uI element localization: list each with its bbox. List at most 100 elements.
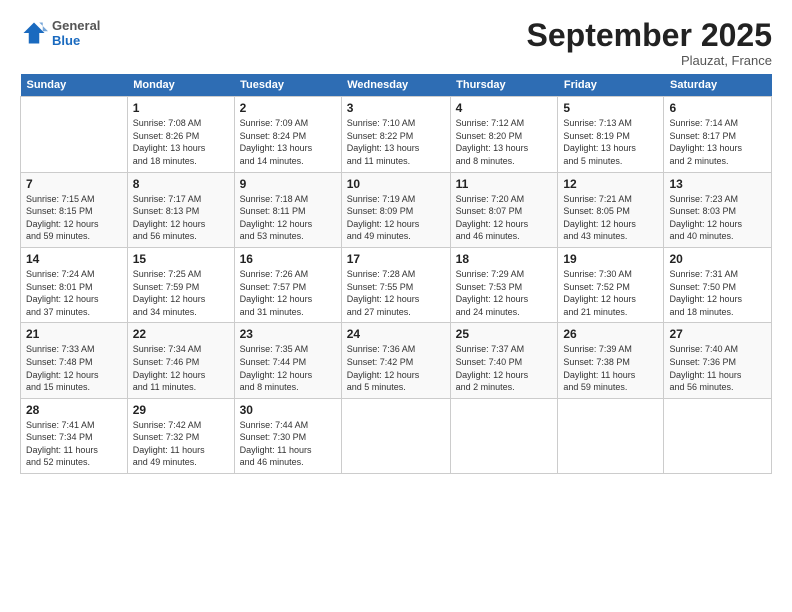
table-row: 7Sunrise: 7:15 AMSunset: 8:15 PMDaylight… — [21, 172, 128, 247]
logo-general: General — [52, 18, 100, 33]
cell-date: 4 — [456, 101, 553, 115]
logo-blue: Blue — [52, 33, 80, 48]
cell-info: Sunrise: 7:09 AMSunset: 8:24 PMDaylight:… — [240, 117, 336, 167]
table-row: 22 Sunrise: 7:34 AMSunset: 7:46 PMDayligh… — [127, 323, 234, 398]
col-wednesday: Wednesday — [341, 74, 450, 97]
cell-date: 5 — [563, 101, 658, 115]
cell-info: Sunrise: 7:25 AMSunset: 7:59 PMDaylight:… — [133, 268, 229, 318]
table-row: 27 Sunrise: 7:40 AMSunset: 7:36 PMDayligh… — [664, 323, 772, 398]
cell-info: Sunrise: 7:33 AMSunset: 7:48 PMDaylight:… — [26, 343, 122, 393]
table-row: 26 Sunrise: 7:39 AMSunset: 7:38 PMDayligh… — [558, 323, 664, 398]
table-row — [664, 398, 772, 473]
table-row: 9Sunrise: 7:18 AMSunset: 8:11 PMDaylight… — [234, 172, 341, 247]
table-row: 23 Sunrise: 7:35 AMSunset: 7:44 PMDayligh… — [234, 323, 341, 398]
table-row: 29 Sunrise: 7:42 AMSunset: 7:32 PMDayligh… — [127, 398, 234, 473]
cell-date: 26 — [563, 327, 658, 341]
cell-date: 27 — [669, 327, 766, 341]
cell-info: Sunrise: 7:40 AMSunset: 7:36 PMDaylight:… — [669, 343, 766, 393]
cell-info: Sunrise: 7:35 AMSunset: 7:44 PMDaylight:… — [240, 343, 336, 393]
calendar-week-5: 28 Sunrise: 7:41 AMSunset: 7:34 PMDayligh… — [21, 398, 772, 473]
cell-date: 1 — [133, 101, 229, 115]
cell-info: Sunrise: 7:14 AMSunset: 8:17 PMDaylight:… — [669, 117, 766, 167]
table-row — [21, 97, 128, 172]
table-row: 25Sunrise: 7:37 AMSunset: 7:40 PMDayligh… — [450, 323, 558, 398]
cell-info: Sunrise: 7:39 AMSunset: 7:38 PMDaylight:… — [563, 343, 658, 393]
logo: General Blue — [20, 18, 100, 48]
cell-date: 11 — [456, 177, 553, 191]
calendar-page: General Blue September 2025 Plauzat, Fra… — [0, 0, 792, 612]
logo-icon — [20, 19, 48, 47]
calendar-week-1: 1 Sunrise: 7:08 AMSunset: 8:26 PMDaylight… — [21, 97, 772, 172]
cell-info: Sunrise: 7:41 AMSunset: 7:34 PMDaylight:… — [26, 419, 122, 469]
table-row: 8 Sunrise: 7:17 AMSunset: 8:13 PMDaylight… — [127, 172, 234, 247]
cell-info: Sunrise: 7:31 AMSunset: 7:50 PMDaylight:… — [669, 268, 766, 318]
table-row: 12Sunrise: 7:21 AMSunset: 8:05 PMDayligh… — [558, 172, 664, 247]
calendar-week-2: 7Sunrise: 7:15 AMSunset: 8:15 PMDaylight… — [21, 172, 772, 247]
cell-info: Sunrise: 7:44 AMSunset: 7:30 PMDaylight:… — [240, 419, 336, 469]
calendar-subtitle: Plauzat, France — [527, 53, 772, 68]
table-row: 20Sunrise: 7:31 AMSunset: 7:50 PMDayligh… — [664, 247, 772, 322]
title-block: September 2025 Plauzat, France — [527, 18, 772, 68]
table-row: 2 Sunrise: 7:09 AMSunset: 8:24 PMDaylight… — [234, 97, 341, 172]
cell-info: Sunrise: 7:42 AMSunset: 7:32 PMDaylight:… — [133, 419, 229, 469]
table-row: 1 Sunrise: 7:08 AMSunset: 8:26 PMDaylight… — [127, 97, 234, 172]
cell-date: 2 — [240, 101, 336, 115]
cell-info: Sunrise: 7:26 AMSunset: 7:57 PMDaylight:… — [240, 268, 336, 318]
calendar-title: September 2025 — [527, 18, 772, 53]
table-row: 11 Sunrise: 7:20 AMSunset: 8:07 PMDayligh… — [450, 172, 558, 247]
cell-date: 25 — [456, 327, 553, 341]
cell-info: Sunrise: 7:23 AMSunset: 8:03 PMDaylight:… — [669, 193, 766, 243]
table-row: 18Sunrise: 7:29 AMSunset: 7:53 PMDayligh… — [450, 247, 558, 322]
cell-date: 16 — [240, 252, 336, 266]
cell-info: Sunrise: 7:13 AMSunset: 8:19 PMDaylight:… — [563, 117, 658, 167]
cell-date: 15 — [133, 252, 229, 266]
table-row: 16 Sunrise: 7:26 AMSunset: 7:57 PMDayligh… — [234, 247, 341, 322]
cell-info: Sunrise: 7:30 AMSunset: 7:52 PMDaylight:… — [563, 268, 658, 318]
col-saturday: Saturday — [664, 74, 772, 97]
cell-date: 3 — [347, 101, 445, 115]
table-row: 17Sunrise: 7:28 AMSunset: 7:55 PMDayligh… — [341, 247, 450, 322]
cell-date: 21 — [26, 327, 122, 341]
cell-date: 13 — [669, 177, 766, 191]
cell-date: 22 — [133, 327, 229, 341]
cell-info: Sunrise: 7:24 AMSunset: 8:01 PMDaylight:… — [26, 268, 122, 318]
cell-info: Sunrise: 7:08 AMSunset: 8:26 PMDaylight:… — [133, 117, 229, 167]
table-row: 28 Sunrise: 7:41 AMSunset: 7:34 PMDayligh… — [21, 398, 128, 473]
table-row: 14Sunrise: 7:24 AMSunset: 8:01 PMDayligh… — [21, 247, 128, 322]
col-sunday: Sunday — [21, 74, 128, 97]
cell-date: 9 — [240, 177, 336, 191]
cell-info: Sunrise: 7:29 AMSunset: 7:53 PMDaylight:… — [456, 268, 553, 318]
cell-date: 29 — [133, 403, 229, 417]
cell-info: Sunrise: 7:21 AMSunset: 8:05 PMDaylight:… — [563, 193, 658, 243]
cell-info: Sunrise: 7:12 AMSunset: 8:20 PMDaylight:… — [456, 117, 553, 167]
cell-date: 28 — [26, 403, 122, 417]
col-monday: Monday — [127, 74, 234, 97]
cell-info: Sunrise: 7:36 AMSunset: 7:42 PMDaylight:… — [347, 343, 445, 393]
cell-info: Sunrise: 7:34 AMSunset: 7:46 PMDaylight:… — [133, 343, 229, 393]
table-row: 13 Sunrise: 7:23 AMSunset: 8:03 PMDayligh… — [664, 172, 772, 247]
header: General Blue September 2025 Plauzat, Fra… — [20, 18, 772, 68]
table-row — [450, 398, 558, 473]
calendar-week-3: 14Sunrise: 7:24 AMSunset: 8:01 PMDayligh… — [21, 247, 772, 322]
cell-date: 19 — [563, 252, 658, 266]
cell-info: Sunrise: 7:20 AMSunset: 8:07 PMDaylight:… — [456, 193, 553, 243]
col-tuesday: Tuesday — [234, 74, 341, 97]
cell-date: 7 — [26, 177, 122, 191]
col-thursday: Thursday — [450, 74, 558, 97]
table-row: 24Sunrise: 7:36 AMSunset: 7:42 PMDayligh… — [341, 323, 450, 398]
table-row: 3 Sunrise: 7:10 AMSunset: 8:22 PMDaylight… — [341, 97, 450, 172]
cell-date: 30 — [240, 403, 336, 417]
cell-date: 23 — [240, 327, 336, 341]
table-row: 4 Sunrise: 7:12 AMSunset: 8:20 PMDaylight… — [450, 97, 558, 172]
table-row — [558, 398, 664, 473]
cell-info: Sunrise: 7:10 AMSunset: 8:22 PMDaylight:… — [347, 117, 445, 167]
cell-date: 6 — [669, 101, 766, 115]
cell-date: 8 — [133, 177, 229, 191]
table-row: 30 Sunrise: 7:44 AMSunset: 7:30 PMDayligh… — [234, 398, 341, 473]
table-row: 10Sunrise: 7:19 AMSunset: 8:09 PMDayligh… — [341, 172, 450, 247]
cell-date: 17 — [347, 252, 445, 266]
cell-date: 10 — [347, 177, 445, 191]
cell-info: Sunrise: 7:17 AMSunset: 8:13 PMDaylight:… — [133, 193, 229, 243]
table-row: 6 Sunrise: 7:14 AMSunset: 8:17 PMDaylight… — [664, 97, 772, 172]
table-row: 15 Sunrise: 7:25 AMSunset: 7:59 PMDayligh… — [127, 247, 234, 322]
